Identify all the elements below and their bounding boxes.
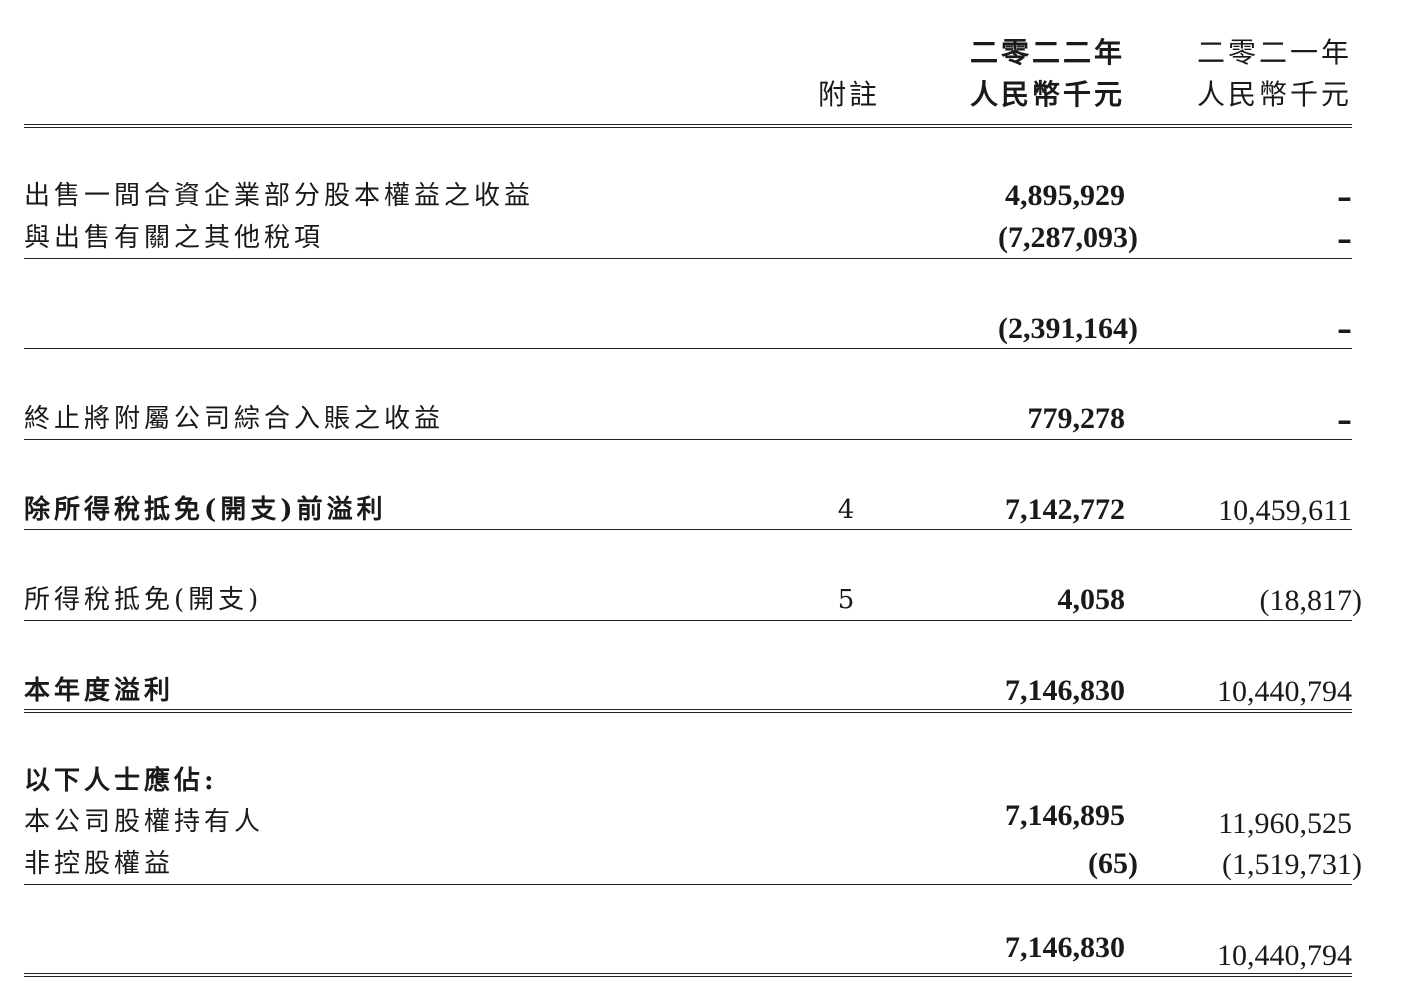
attributable-to-heading: 以下人士應佔: — [24, 766, 218, 796]
row-value-2021: (1,519,731) — [1222, 848, 1362, 881]
row-label-gain-deconsolidation-subsidiary: 終止將附屬公司綜合入賬之收益 — [24, 404, 445, 434]
row-value-2022: 7,142,772 — [1005, 493, 1125, 526]
row-label-income-tax-credit: 所得稅抵免(開支) — [24, 585, 263, 615]
divider-rule — [24, 348, 1352, 349]
row-value-2022: (65) — [1088, 847, 1138, 880]
row-note-ref: 4 — [837, 495, 855, 525]
note-column-header: 附註 — [818, 78, 881, 111]
double-rule — [24, 973, 1352, 977]
row-value-2022: 4,058 — [1057, 583, 1126, 616]
divider-rule — [24, 884, 1352, 885]
column-2022-unit-header: 人民幣千元 — [969, 78, 1125, 111]
divider-rule — [24, 439, 1352, 440]
row-note-ref: 5 — [837, 585, 855, 615]
row-label-equity-holders: 本公司股權持有人 — [24, 807, 265, 837]
row-value-2021: – — [1337, 222, 1352, 257]
row-value-2021: 10,440,794 — [1217, 675, 1352, 708]
double-rule — [24, 709, 1352, 713]
row-label-profit-before-income-tax: 除所得稅抵免(開支)前溢利 — [24, 495, 387, 525]
row-value-2021: – — [1337, 403, 1352, 438]
column-2021-year-header: 二零二一年 — [1196, 36, 1352, 69]
row-label-gain-partial-disposal-jv: 出售一間合資企業部分股本權益之收益 — [24, 181, 535, 211]
row-value-2022: 779,278 — [1027, 402, 1126, 435]
total-value-2022: 7,146,830 — [1005, 931, 1125, 964]
row-value-2021: 10,459,611 — [1218, 494, 1352, 527]
column-2022-year-header: 二零二二年 — [969, 36, 1125, 69]
subtotal-value-2021: – — [1337, 312, 1352, 347]
row-value-2022: 7,146,895 — [1005, 799, 1125, 832]
row-value-2022: (7,287,093) — [998, 221, 1138, 254]
subtotal-value-2022: (2,391,164) — [998, 312, 1138, 345]
row-value-2022: 4,895,929 — [1005, 179, 1125, 212]
divider-rule — [24, 620, 1352, 621]
divider-rule — [24, 529, 1352, 530]
column-2021-unit-header: 人民幣千元 — [1196, 78, 1352, 111]
row-label-non-controlling-interests: 非控股權益 — [24, 849, 175, 879]
row-value-2021: (18,817) — [1259, 584, 1362, 617]
row-value-2021: – — [1337, 180, 1352, 215]
row-label-other-taxes-disposal: 與出售有關之其他稅項 — [24, 223, 325, 253]
row-value-2022: 7,146,830 — [1005, 674, 1125, 707]
divider-rule — [24, 258, 1352, 259]
header-double-rule — [24, 124, 1352, 128]
row-label-profit-for-year: 本年度溢利 — [24, 676, 175, 706]
total-value-2021: 10,440,794 — [1217, 939, 1352, 972]
row-value-2021: 11,960,525 — [1218, 807, 1352, 840]
